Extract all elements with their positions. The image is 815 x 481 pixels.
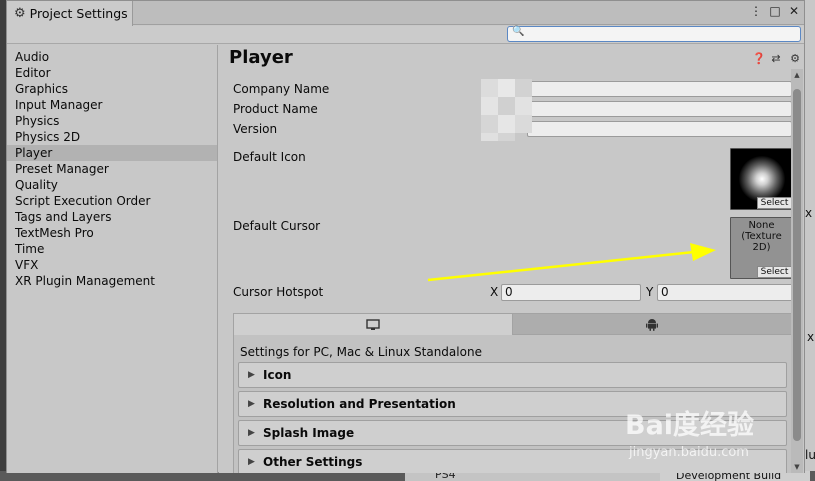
gear-icon: ⚙ xyxy=(14,6,26,21)
tab-pc-standalone[interactable] xyxy=(234,314,513,335)
expand-triangle-icon: ▶ xyxy=(248,457,255,467)
hotspot-y-field[interactable]: 0 xyxy=(657,284,797,301)
tab-android[interactable] xyxy=(513,314,791,335)
section-title: Resolution and Presentation xyxy=(263,397,456,411)
android-icon xyxy=(646,318,658,331)
gear-icon[interactable]: ⚙ xyxy=(790,52,800,65)
redaction-mosaic xyxy=(481,97,532,115)
sidebar-item-audio[interactable]: Audio xyxy=(7,49,217,65)
sidebar-item-script-execution-order[interactable]: Script Execution Order xyxy=(7,193,217,209)
product-name-field[interactable] xyxy=(527,101,792,117)
sidebar-item-textmesh-pro[interactable]: TextMesh Pro xyxy=(7,225,217,241)
texture-preview xyxy=(739,156,785,202)
page-title: Player xyxy=(229,47,293,68)
sidebar-item-time[interactable]: Time xyxy=(7,241,217,257)
section-title: Other Settings xyxy=(263,455,363,469)
product-name-label: Product Name xyxy=(233,102,318,116)
default-cursor-select-button[interactable]: Select xyxy=(757,266,792,278)
platform-caption: Settings for PC, Mac & Linux Standalone xyxy=(240,345,482,359)
header-icons: ❓ ⇄ ⚙ xyxy=(752,52,800,65)
close-icon[interactable]: ✕ xyxy=(788,4,800,18)
settings-sidebar: Audio Editor Graphics Input Manager Phys… xyxy=(7,45,218,473)
title-bar: ⚙ Project Settings ⋮ □ ✕ xyxy=(7,1,804,26)
sidebar-item-graphics[interactable]: Graphics xyxy=(7,81,217,97)
section-title: Icon xyxy=(263,368,292,382)
sidebar-item-vfx[interactable]: VFX xyxy=(7,257,217,273)
hotspot-y-label: Y xyxy=(646,285,654,299)
sidebar-item-xr-plugin-management[interactable]: XR Plugin Management xyxy=(7,273,217,289)
cursor-none-line2: (Texture 2D) xyxy=(741,231,782,253)
baidu-jingyan-watermark: Bai度经验 jingyan.baidu.com xyxy=(625,395,775,470)
version-label: Version xyxy=(233,122,278,136)
window-title: Project Settings xyxy=(29,6,128,21)
monitor-icon xyxy=(366,318,380,330)
bg-edge-char: x xyxy=(805,206,813,220)
company-name-label: Company Name xyxy=(233,82,330,96)
sidebar-item-physics[interactable]: Physics xyxy=(7,113,217,129)
sidebar-item-preset-manager[interactable]: Preset Manager xyxy=(7,161,217,177)
scroll-down-icon[interactable]: ▼ xyxy=(792,463,802,471)
sidebar-item-player[interactable]: Player xyxy=(7,145,217,161)
expand-triangle-icon: ▶ xyxy=(248,370,255,380)
section-title: Splash Image xyxy=(263,426,355,440)
redaction-mosaic xyxy=(481,133,531,141)
sidebar-item-physics-2d[interactable]: Physics 2D xyxy=(7,129,217,145)
sidebar-item-editor[interactable]: Editor xyxy=(7,65,217,81)
cursor-none-line1: None xyxy=(748,220,775,231)
default-cursor-slot[interactable]: None (Texture 2D) Select xyxy=(730,217,793,279)
company-name-field[interactable] xyxy=(527,81,792,97)
search-icon: 🔍 xyxy=(512,26,525,37)
hotspot-x-label: X xyxy=(490,285,499,299)
expand-triangle-icon: ▶ xyxy=(248,428,255,438)
section-icon[interactable]: ▶ Icon xyxy=(238,362,787,388)
default-icon-select-button[interactable]: Select xyxy=(757,197,792,209)
sidebar-item-tags-and-layers[interactable]: Tags and Layers xyxy=(7,209,217,225)
default-icon-slot[interactable]: Select xyxy=(730,148,793,210)
default-cursor-label: Default Cursor xyxy=(233,219,321,233)
expand-triangle-icon: ▶ xyxy=(248,399,255,409)
bg-edge-char: lu xyxy=(805,448,815,462)
sidebar-item-input-manager[interactable]: Input Manager xyxy=(7,97,217,113)
redaction-mosaic xyxy=(481,115,532,133)
preset-icon[interactable]: ⇄ xyxy=(771,52,781,65)
search-box[interactable]: 🔍 xyxy=(507,26,801,42)
scroll-up-icon[interactable]: ▲ xyxy=(792,71,802,79)
search-bar: 🔍 xyxy=(7,26,804,44)
maximize-icon[interactable]: □ xyxy=(769,4,781,18)
cursor-hotspot-label: Cursor Hotspot xyxy=(233,285,324,299)
hotspot-x-field[interactable]: 0 xyxy=(501,284,641,301)
redaction-mosaic xyxy=(481,79,532,97)
help-icon[interactable]: ❓ xyxy=(752,52,766,65)
cursor-none-text: None (Texture 2D) xyxy=(731,220,792,253)
more-options-icon[interactable]: ⋮ xyxy=(750,4,762,18)
search-input[interactable] xyxy=(524,27,794,41)
background-inspector-edge: x x lu xyxy=(805,0,815,481)
vertical-scrollbar[interactable]: ▲ ▼ xyxy=(791,69,803,473)
bg-edge-char: x xyxy=(807,330,815,344)
watermark-url: jingyan.baidu.com xyxy=(629,445,749,460)
window-controls: ⋮ □ ✕ xyxy=(750,4,800,18)
window-tab-project-settings[interactable]: ⚙ Project Settings xyxy=(7,1,133,26)
default-icon-label: Default Icon xyxy=(233,150,306,164)
version-field[interactable] xyxy=(527,121,792,137)
watermark-brand: Bai度经验 xyxy=(625,410,755,441)
scrollbar-thumb[interactable] xyxy=(793,89,801,441)
sidebar-item-quality[interactable]: Quality xyxy=(7,177,217,193)
